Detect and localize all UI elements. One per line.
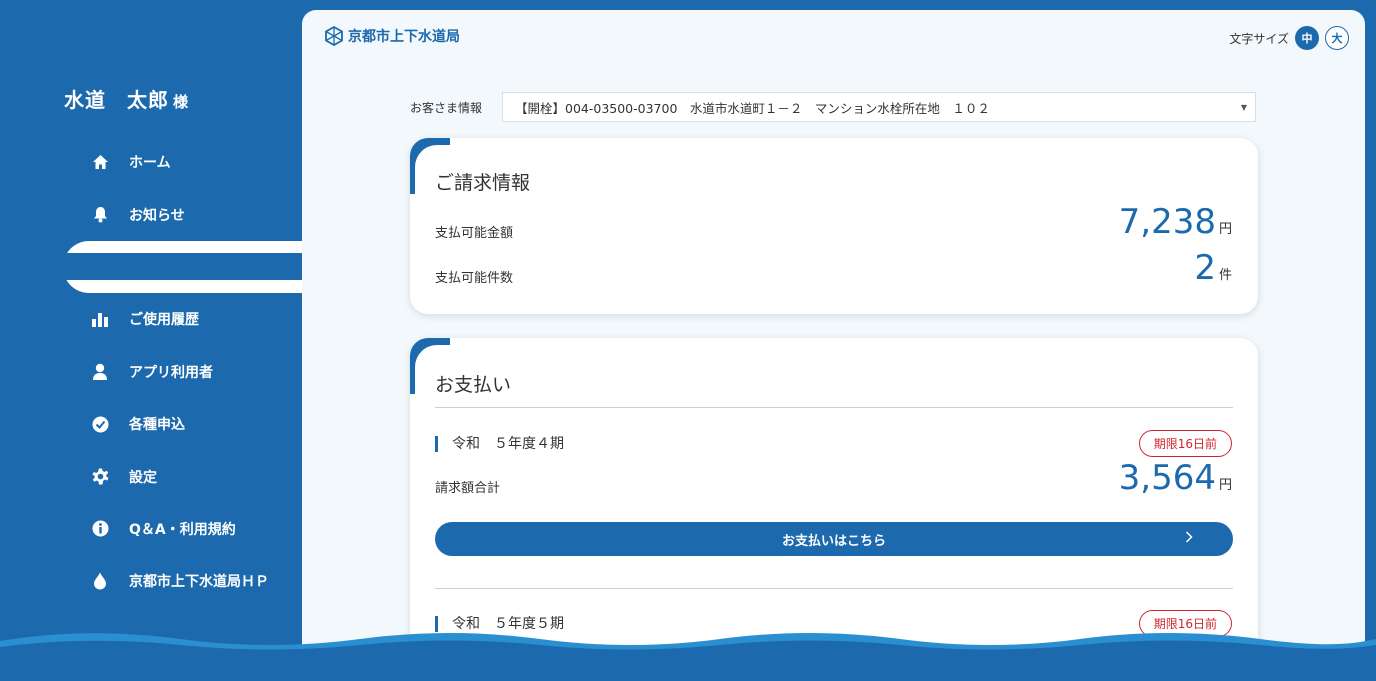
sidebar-item-label: 各種申込: [129, 417, 185, 434]
payment-card: お支払い 令和 ５年度４期 期限16日前 請求額合計 3,564 円 お支払いは…: [410, 338, 1258, 681]
gear-icon: [91, 468, 109, 486]
payment-title: お支払い: [435, 374, 512, 396]
info-icon: [91, 520, 109, 538]
sidebar-item-label: ホーム: [129, 155, 171, 172]
payable-count-number: 2: [1194, 248, 1216, 288]
font-size-label: 文字サイズ: [1229, 31, 1289, 46]
sidebar-item-payment[interactable]: 2 お支払い: [63, 240, 302, 294]
sidebar-nav: ホーム お知らせ 2 お支払い ご使用履歴 アプリ利用者 各種申込 設定 Q＆A…: [63, 136, 302, 608]
font-size-large-button[interactable]: 大: [1325, 26, 1349, 50]
card-corner-mask: [415, 345, 555, 485]
billing-title: ご請求情報: [435, 172, 531, 194]
sidebar-item-notices[interactable]: お知らせ: [63, 188, 302, 240]
font-size-switcher: 文字サイズ 中 大: [1229, 26, 1349, 50]
header-logo-text: 京都市上下水道局: [348, 29, 460, 45]
chevron-right-icon: [1185, 531, 1193, 547]
main-panel: 京都市上下水道局 文字サイズ 中 大 お客さま情報 【開栓】004-03500-…: [302, 10, 1365, 681]
sidebar-item-label: ご使用履歴: [129, 312, 199, 329]
person-icon: [91, 363, 109, 381]
payable-amount-value: 7,238 円: [1119, 202, 1232, 242]
sidebar-item-app-users[interactable]: アプリ利用者: [63, 346, 302, 398]
payable-amount-label: 支払可能金額: [435, 226, 514, 241]
sidebar-item-home[interactable]: ホーム: [63, 136, 302, 188]
payment-count-badge: 2: [105, 252, 121, 269]
bar-chart-icon: [91, 310, 109, 328]
sidebar-item-label: 京都市上下水道局ＨＰ: [129, 574, 269, 591]
card-corner-mask: [415, 145, 555, 285]
sidebar-item-usage-history[interactable]: ご使用履歴: [63, 293, 302, 345]
payable-count-label: 支払可能件数: [435, 271, 514, 286]
customer-info-row: お客さま情報 【開栓】004-03500-03700 水道市水道町１－２ マンシ…: [410, 92, 1256, 122]
payable-amount-unit: 円: [1218, 222, 1232, 237]
yen-icon: [91, 258, 109, 276]
wave-decoration: [0, 633, 1376, 681]
dropdown-caret-icon: ▼: [1240, 103, 1247, 112]
sidebar-item-bureau-hp[interactable]: 京都市上下水道局ＨＰ: [63, 555, 302, 607]
deadline-badge: 期限16日前: [1138, 430, 1232, 457]
check-circle-icon: [91, 415, 109, 433]
payable-amount-number: 7,238: [1118, 202, 1216, 242]
water-drop-icon: [91, 572, 109, 590]
pay-here-label: お支払いはこちら: [781, 533, 886, 549]
sidebar-item-settings[interactable]: 設定: [63, 450, 302, 502]
divider: [435, 588, 1233, 589]
payable-count-unit: 件: [1218, 268, 1232, 283]
font-size-medium-button[interactable]: 中: [1295, 26, 1319, 50]
billing-info-card: ご請求情報 支払可能金額 7,238 円 支払可能件数 2 件: [410, 138, 1258, 314]
sidebar-item-label: アプリ利用者: [129, 364, 213, 381]
sidebar-item-label: 設定: [129, 469, 157, 486]
billing-total-unit: 円: [1218, 478, 1232, 493]
sidebar-item-faq-terms[interactable]: Q＆A・利用規約: [63, 503, 302, 555]
payable-count-value: 2 件: [1194, 248, 1232, 288]
sidebar-item-label: Q＆A・利用規約: [129, 521, 236, 538]
billing-total-number: 3,564: [1118, 458, 1216, 498]
user-honorific: 様: [173, 93, 190, 111]
sidebar-item-applications[interactable]: 各種申込: [63, 398, 302, 450]
user-name: 水道 太郎様: [64, 84, 189, 113]
divider: [435, 407, 1233, 408]
bell-icon: [91, 206, 109, 224]
sidebar-item-label: お支払い: [129, 259, 185, 276]
payment-period: 令和 ５年度４期: [435, 436, 564, 452]
billing-total-label: 請求額合計: [435, 481, 501, 496]
customer-select-value: 【開栓】004-03500-03700 水道市水道町１－２ マンション水栓所在地…: [515, 100, 990, 116]
user-name-text: 水道 太郎: [64, 88, 169, 112]
customer-select[interactable]: 【開栓】004-03500-03700 水道市水道町１－２ マンション水栓所在地…: [502, 92, 1256, 122]
sidebar-item-label: お知らせ: [129, 207, 185, 224]
header-logo[interactable]: 京都市上下水道局: [324, 26, 460, 46]
bureau-logo-icon: [325, 26, 343, 46]
sidebar: 水道 太郎様 ホーム お知らせ 2 お支払い ご使用履歴 アプリ利用者 各種申込…: [0, 0, 302, 681]
pay-here-button[interactable]: お支払いはこちら: [435, 522, 1233, 556]
payment-period: 令和 ５年度５期: [435, 616, 564, 632]
billing-total-value: 3,564 円: [1119, 458, 1232, 498]
customer-info-label: お客さま情報: [410, 100, 483, 115]
home-icon: [91, 153, 109, 171]
